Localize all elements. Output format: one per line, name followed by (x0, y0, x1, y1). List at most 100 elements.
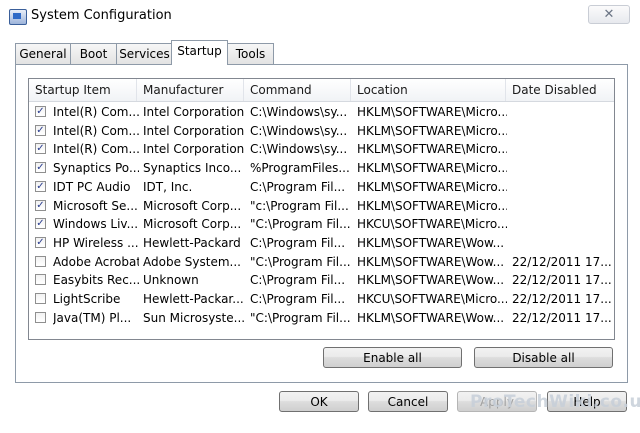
checkbox-unchecked[interactable] (35, 255, 46, 267)
checkbox-checked[interactable]: ✓ (35, 124, 46, 136)
list-header: Startup Item Manufacturer Command Locati… (29, 79, 614, 102)
cell-manufacturer: IDT, Inc. (143, 179, 193, 194)
cell-command: C:\Windows\sy... (250, 105, 348, 119)
startup-items-list[interactable]: Startup Item Manufacturer Command Locati… (28, 78, 615, 340)
cell-location: HKLM\SOFTWARE\Micro... (357, 161, 507, 176)
cell-command: C:\Program Fil... (250, 273, 346, 288)
cell-date-disabled: 22/12/2011 17... (512, 292, 612, 306)
table-row[interactable]: Easybits Rec... Unknown C:\Program Fil... H… (29, 271, 614, 289)
cell-manufacturer: Intel Corporation (143, 105, 245, 119)
table-row[interactable]: ✓ Intel(R) Com... Intel Corporation C:\Wind… (29, 122, 614, 140)
tab-startup[interactable]: Startup (171, 40, 228, 65)
cell-date-disabled: 22/12/2011 17... (512, 310, 612, 325)
cell-startup-item: Synaptics Po... (53, 161, 139, 176)
table-row[interactable]: ✓ HP Wireless ... Hewlett-Packard C:\Progra… (29, 234, 614, 252)
cell-manufacturer: Adobe System... (143, 254, 241, 269)
checkbox-checked[interactable]: ✓ (35, 162, 46, 174)
column-header-command[interactable]: Command (244, 79, 351, 101)
table-row[interactable]: Java(TM) Pl... Sun Microsyste... "C:\Progr… (29, 309, 614, 327)
cell-location: HKLM\SOFTWARE\Micro... (357, 198, 507, 213)
cell-date-disabled (512, 234, 612, 252)
table-row[interactable]: ✓ Windows Liv... Microsoft Corp... "C:\Prog… (29, 215, 614, 233)
cell-command: "c:\Program Fil... (250, 198, 349, 213)
cell-startup-item: IDT PC Audio (53, 179, 131, 194)
cell-startup-item: Intel(R) Com... (53, 142, 139, 157)
cell-startup-item: HP Wireless ... (53, 235, 139, 250)
checkbox-unchecked[interactable] (35, 293, 46, 304)
cell-startup-item: Easybits Rec... (53, 273, 139, 288)
table-row[interactable]: LightScribe Hewlett-Packar... C:\Program F… (29, 290, 614, 308)
cell-location: HKLM\SOFTWARE\Wow... (357, 310, 505, 325)
cell-manufacturer: Microsoft Corp... (143, 217, 242, 232)
cell-startup-item: Intel(R) Com... (53, 105, 139, 119)
table-row[interactable]: ✓ Intel(R) Com... Intel Corporation C:\Wind… (29, 140, 614, 158)
cell-location: HKLM\SOFTWARE\Micro... (357, 105, 507, 119)
column-header-location[interactable]: Location (351, 79, 506, 101)
table-row[interactable]: ✓ Synaptics Po... Synaptics Inco... %Progra… (29, 159, 614, 177)
checkbox-checked[interactable]: ✓ (35, 218, 46, 230)
cell-location: HKLM\SOFTWARE\Wow... (357, 273, 505, 288)
ok-button[interactable]: OK (279, 391, 359, 412)
cell-location: HKLM\SOFTWARE\Micro... (357, 123, 507, 138)
cell-command: C:\Program Fil... (250, 179, 346, 194)
cell-location: HKCU\SOFTWARE\Micro... (357, 292, 507, 306)
column-header-manufacturer[interactable]: Manufacturer (137, 79, 244, 101)
cell-location: HKLM\SOFTWARE\Wow... (357, 235, 505, 250)
enable-all-button[interactable]: Enable all (323, 347, 462, 368)
cell-date-disabled: 22/12/2011 17... (512, 254, 612, 269)
tab-general[interactable]: General (15, 43, 71, 64)
cell-startup-item: Adobe Acrobat (53, 254, 139, 269)
cell-date-disabled (512, 197, 612, 215)
tab-services[interactable]: Services (116, 43, 173, 64)
table-row[interactable]: ✓ IDT PC Audio IDT, Inc. C:\Program Fil... H… (29, 178, 614, 196)
cell-startup-item: Microsoft Se... (53, 198, 138, 213)
cell-date-disabled: 22/12/2011 17... (512, 273, 612, 288)
disable-all-button[interactable]: Disable all (474, 347, 613, 368)
checkbox-checked[interactable]: ✓ (35, 236, 46, 248)
tab-boot[interactable]: Boot (70, 43, 117, 64)
cell-manufacturer: Microsoft Corp... (143, 198, 242, 213)
cell-command: C:\Windows\sy... (250, 123, 348, 138)
cell-startup-item: Java(TM) Pl... (53, 310, 132, 325)
cell-command: "C:\Program Fil... (250, 310, 351, 325)
cell-manufacturer: Intel Corporation (143, 123, 245, 138)
cell-date-disabled (512, 159, 612, 177)
column-header-date-disabled[interactable]: Date Disabled (506, 79, 614, 101)
cell-date-disabled (512, 178, 612, 196)
cell-command: "C:\Program Fil... (250, 217, 351, 232)
cell-command: %ProgramFiles... (250, 161, 350, 176)
cell-command: C:\Program Fil... (250, 292, 346, 306)
table-row[interactable]: ✓ Microsoft Se... Microsoft Corp... "c:\Pro… (29, 197, 614, 215)
cell-date-disabled (512, 140, 612, 158)
checkbox-checked[interactable]: ✓ (35, 199, 46, 211)
cell-manufacturer: Synaptics Inco... (143, 161, 242, 176)
tab-tools[interactable]: Tools (227, 43, 274, 64)
checkbox-unchecked[interactable] (35, 274, 46, 286)
checkbox-checked[interactable]: ✓ (35, 143, 46, 155)
close-button[interactable]: ✕ (588, 5, 630, 24)
cell-date-disabled (512, 215, 612, 233)
watermark-text: ProTechWiki.co.uk (470, 392, 640, 412)
cell-location: HKLM\SOFTWARE\Micro... (357, 142, 507, 157)
cell-startup-item: Windows Liv... (53, 217, 139, 232)
cell-startup-item: Intel(R) Com... (53, 123, 139, 138)
cell-command: C:\Program Fil... (250, 235, 346, 250)
window-title: System Configuration (31, 8, 172, 23)
cell-command: "C:\Program Fil... (250, 254, 351, 269)
table-row[interactable]: Adobe Acrobat Adobe System... "C:\Program … (29, 253, 614, 271)
cell-date-disabled (512, 122, 612, 140)
cell-location: HKLM\SOFTWARE\Wow... (357, 254, 505, 269)
cell-manufacturer: Hewlett-Packard (143, 235, 241, 250)
title-bar: System Configuration ✕ (0, 0, 640, 33)
table-row[interactable]: ✓ Intel(R) Com... Intel Corporation C:\Wind… (29, 103, 614, 121)
cell-location: HKLM\SOFTWARE\Micro... (357, 179, 507, 194)
checkbox-checked[interactable]: ✓ (35, 106, 46, 117)
column-header-startup-item[interactable]: Startup Item (29, 79, 137, 101)
system-configuration-icon (9, 9, 27, 25)
checkbox-checked[interactable]: ✓ (35, 180, 46, 192)
cell-location: HKCU\SOFTWARE\Micro... (357, 217, 507, 232)
cancel-button[interactable]: Cancel (368, 391, 448, 412)
cell-command: C:\Windows\sy... (250, 142, 348, 157)
checkbox-unchecked[interactable] (35, 311, 46, 323)
cell-manufacturer: Hewlett-Packar... (143, 292, 244, 306)
